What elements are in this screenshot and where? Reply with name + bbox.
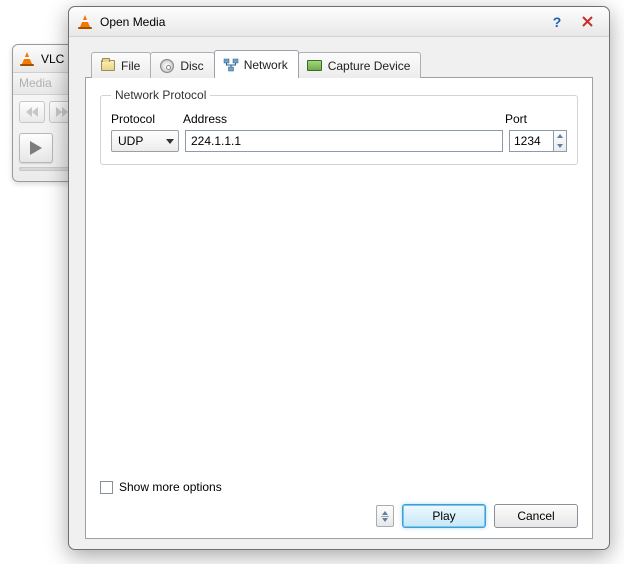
- tab-file[interactable]: File: [91, 52, 151, 78]
- tab-strip: File Disc Network Capture Device: [85, 49, 593, 77]
- dialog-title: Open Media: [100, 15, 165, 29]
- menu-media[interactable]: Media: [19, 76, 52, 90]
- cancel-button[interactable]: Cancel: [494, 504, 578, 528]
- field-inputs-row: UDP: [111, 130, 567, 152]
- dialog-body: File Disc Network Capture Device Network…: [69, 37, 609, 549]
- protocol-label: Protocol: [111, 112, 183, 126]
- tab-network[interactable]: Network: [214, 50, 299, 78]
- port-step-up[interactable]: [554, 131, 566, 141]
- network-protocol-group: Network Protocol Protocol Address Port U…: [100, 88, 578, 165]
- protocol-select[interactable]: UDP: [111, 130, 179, 152]
- tab-capture-label: Capture Device: [328, 59, 411, 73]
- tab-capture[interactable]: Capture Device: [298, 52, 422, 78]
- cancel-button-label: Cancel: [517, 509, 554, 523]
- help-button[interactable]: ?: [543, 13, 571, 31]
- vlc-cone-icon: [19, 51, 35, 67]
- play-button-label: Play: [432, 509, 455, 523]
- port-label: Port: [505, 112, 567, 126]
- protocol-select-value: UDP: [118, 134, 143, 148]
- port-stepper-arrows[interactable]: [553, 130, 567, 152]
- tab-disc[interactable]: Disc: [150, 52, 214, 78]
- dialog-footer: Show more options Play Cancel: [100, 470, 578, 528]
- tab-file-label: File: [121, 59, 140, 73]
- port-input[interactable]: [509, 130, 553, 152]
- tab-network-label: Network: [244, 58, 288, 72]
- tab-disc-label: Disc: [180, 59, 203, 73]
- chevron-down-icon: [166, 139, 174, 144]
- disc-icon: [159, 58, 175, 74]
- close-button[interactable]: [573, 13, 601, 31]
- network-protocol-legend: Network Protocol: [111, 88, 210, 102]
- open-media-dialog: Open Media ? File Disc Network: [68, 6, 610, 550]
- rewind-button[interactable]: [19, 101, 45, 123]
- address-input[interactable]: [185, 130, 503, 152]
- show-more-options-row: Show more options: [100, 480, 578, 494]
- vlc-cone-icon: [77, 14, 93, 30]
- button-row: Play Cancel: [100, 504, 578, 528]
- show-more-options-label: Show more options: [119, 480, 222, 494]
- play-button[interactable]: Play: [402, 504, 486, 528]
- network-icon: [223, 57, 239, 73]
- port-step-down[interactable]: [554, 141, 566, 151]
- vlc-title: VLC: [41, 52, 64, 66]
- tab-panel-network: Network Protocol Protocol Address Port U…: [85, 77, 593, 539]
- dialog-titlebar: Open Media ?: [69, 7, 609, 37]
- show-more-options-checkbox[interactable]: [100, 481, 113, 494]
- port-spinner[interactable]: [509, 130, 567, 152]
- field-labels-row: Protocol Address Port: [111, 112, 567, 126]
- capture-icon: [307, 58, 323, 74]
- folder-icon: [100, 58, 116, 74]
- play-button[interactable]: [19, 133, 53, 163]
- address-label: Address: [183, 112, 505, 126]
- play-mode-toggle[interactable]: [376, 505, 394, 527]
